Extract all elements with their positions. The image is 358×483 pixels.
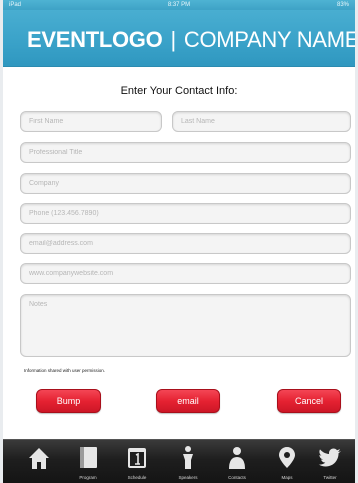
first-name-field[interactable] (20, 111, 162, 132)
tab-twitter[interactable]: Twitter (308, 440, 352, 483)
tab-label: Twitter (323, 475, 337, 480)
tab-label: Maps (281, 475, 293, 480)
email-button[interactable]: email (156, 389, 220, 413)
tab-program[interactable]: Program (66, 440, 110, 483)
app-screen: iPad 8:37 PM 83% EVENTLOGO | COMPANY NAME … (3, 0, 355, 483)
event-logo: EVENTLOGO (27, 27, 163, 52)
clock-label: 8:37 PM (167, 2, 191, 8)
last-name-field[interactable] (172, 111, 351, 132)
status-bar: iPad 8:37 PM 83% (3, 0, 355, 10)
tab-home[interactable] (17, 440, 61, 483)
app-header: EVENTLOGO | COMPANY NAME (3, 10, 355, 67)
home-icon (29, 448, 49, 469)
tab-bar: Program Schedule Speakers Contacts Maps … (3, 439, 355, 483)
tab-label: Schedule (127, 475, 147, 480)
cancel-button[interactable]: Cancel (277, 389, 341, 413)
professional-title-field[interactable] (20, 142, 351, 163)
tab-label: Contacts (228, 475, 246, 480)
permission-note: Information shared with user permission. (24, 368, 106, 373)
website-field[interactable] (20, 263, 351, 284)
company-name: COMPANY NAME (183, 27, 355, 52)
twitter-bird-icon (318, 448, 341, 467)
speaker-icon (183, 446, 193, 469)
tab-speakers[interactable]: Speakers (166, 440, 210, 483)
notes-field[interactable] (20, 294, 351, 357)
tab-label: Program (79, 475, 97, 480)
tab-maps[interactable]: Maps (265, 440, 309, 483)
tab-schedule[interactable]: Schedule (115, 440, 159, 483)
form-heading: Enter Your Contact Info: (120, 85, 238, 97)
person-icon (229, 447, 245, 469)
header-separator: | (170, 27, 176, 52)
map-pin-icon (279, 447, 295, 468)
header-title: EVENTLOGO | COMPANY NAME (27, 27, 355, 53)
book-icon (80, 447, 97, 468)
phone-field[interactable] (20, 203, 351, 224)
email-field[interactable] (20, 233, 351, 254)
tab-label: Speakers (178, 475, 198, 480)
calendar-icon (128, 448, 146, 468)
battery-label: 83% (336, 2, 349, 8)
bump-button[interactable]: Bump (36, 389, 101, 413)
tab-contacts[interactable]: Contacts (215, 440, 259, 483)
company-field[interactable] (20, 173, 351, 194)
